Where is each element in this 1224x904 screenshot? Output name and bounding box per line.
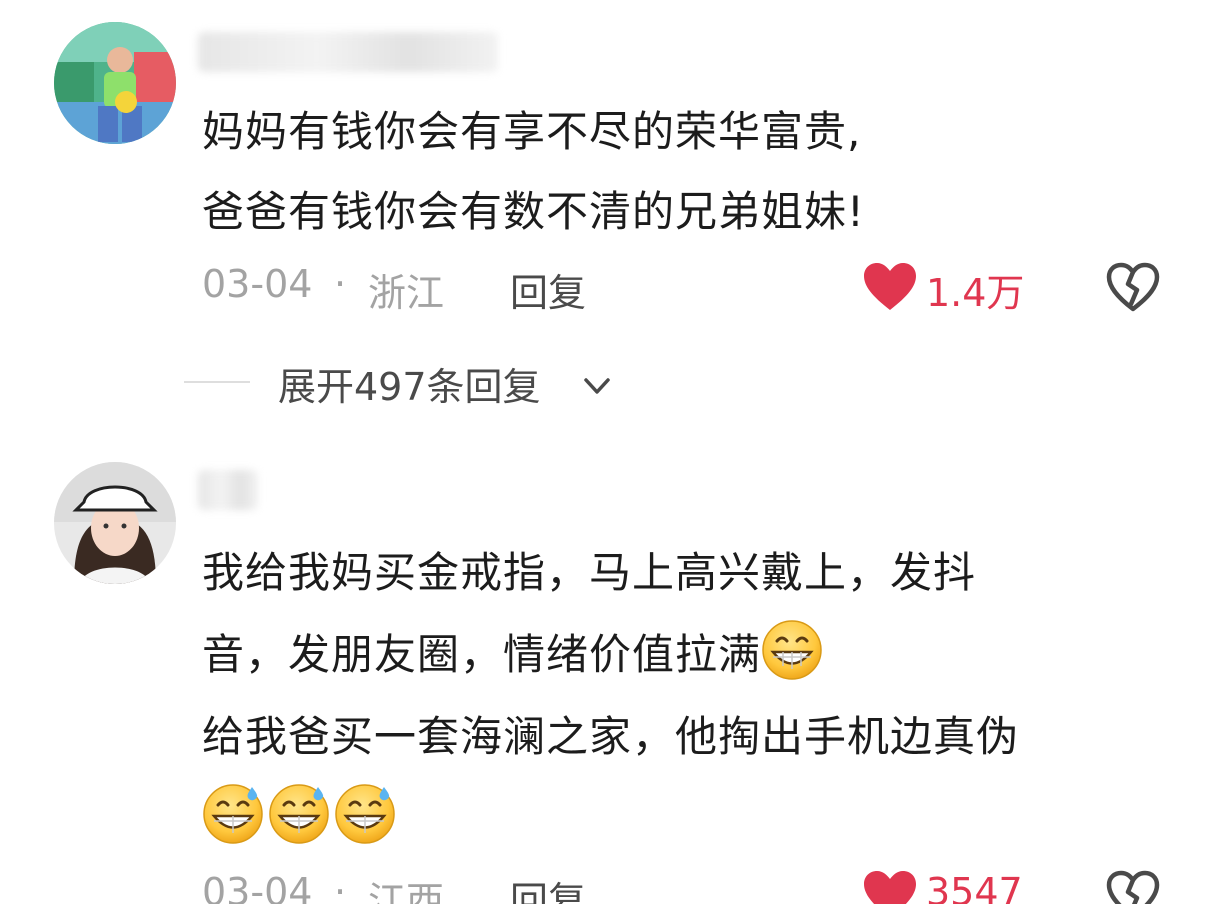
avatar[interactable] xyxy=(54,22,176,144)
grinning-sweat-emoji xyxy=(268,783,330,845)
divider xyxy=(184,381,250,383)
heart-filled-icon[interactable] xyxy=(862,870,918,904)
broken-heart-icon[interactable] xyxy=(1106,870,1160,904)
comment-line: 我给我妈买金戒指，马上高兴戴上，发抖 xyxy=(202,548,977,597)
comment-line: 妈妈有钱你会有享不尽的荣华富贵, xyxy=(202,107,862,156)
comment-line: 给我爸买一套海澜之家，他掏出手机边真伪 xyxy=(202,712,1020,761)
like-count: 3547 xyxy=(926,870,1023,904)
meta-separator: · xyxy=(334,870,347,904)
username-blurred[interactable] xyxy=(198,470,258,510)
comment-line: 爸爸有钱你会有数不清的兄弟姐妹! xyxy=(202,187,865,236)
comment-date: 03-04 xyxy=(202,870,313,904)
heart-filled-icon[interactable] xyxy=(862,262,918,312)
username-blurred[interactable] xyxy=(198,32,498,72)
comment-meta: 03-04 · 浙江 回复 1.4万 xyxy=(202,262,1162,315)
comment-text: 妈妈有钱你会有享不尽的荣华富贵, 爸爸有钱你会有数不清的兄弟姐妹! xyxy=(202,92,865,252)
comment-region: 江西 xyxy=(368,879,445,904)
comment-date: 03-04 xyxy=(202,262,313,306)
meta-separator: · xyxy=(334,262,347,306)
grinning-face-emoji xyxy=(761,619,823,681)
comment-text: 我给我妈买金戒指，马上高兴戴上，发抖 音，发朋友圈，情绪价值拉满 给我爸买一套海… xyxy=(202,532,1019,860)
reply-button[interactable]: 回复 xyxy=(510,870,586,904)
comment-item: 妈妈有钱你会有享不尽的荣华富贵, 爸爸有钱你会有数不清的兄弟姐妹! 03-04 … xyxy=(0,0,1224,430)
chevron-down-icon[interactable] xyxy=(582,366,612,396)
comment-line-with-emoji: 音，发朋友圈，情绪价值拉满 xyxy=(202,614,1019,696)
comment-item: 我给我妈买金戒指，马上高兴戴上，发抖 音，发朋友圈，情绪价值拉满 给我爸买一套海… xyxy=(0,440,1224,904)
like-count: 1.4万 xyxy=(926,271,1025,315)
grinning-sweat-emoji xyxy=(202,783,264,845)
comment-region: 浙江 xyxy=(368,271,445,315)
comment-line: 音，发朋友圈，情绪价值拉满 xyxy=(202,630,762,679)
grinning-sweat-emoji xyxy=(334,783,396,845)
broken-heart-icon[interactable] xyxy=(1106,262,1160,314)
reply-button[interactable]: 回复 xyxy=(510,262,586,317)
avatar[interactable] xyxy=(54,462,176,584)
expand-replies-label[interactable]: 展开497条回复 xyxy=(278,356,541,411)
emoji-row xyxy=(202,778,1019,860)
comment-meta: 03-04 · 江西 回复 3547 xyxy=(202,870,1162,904)
